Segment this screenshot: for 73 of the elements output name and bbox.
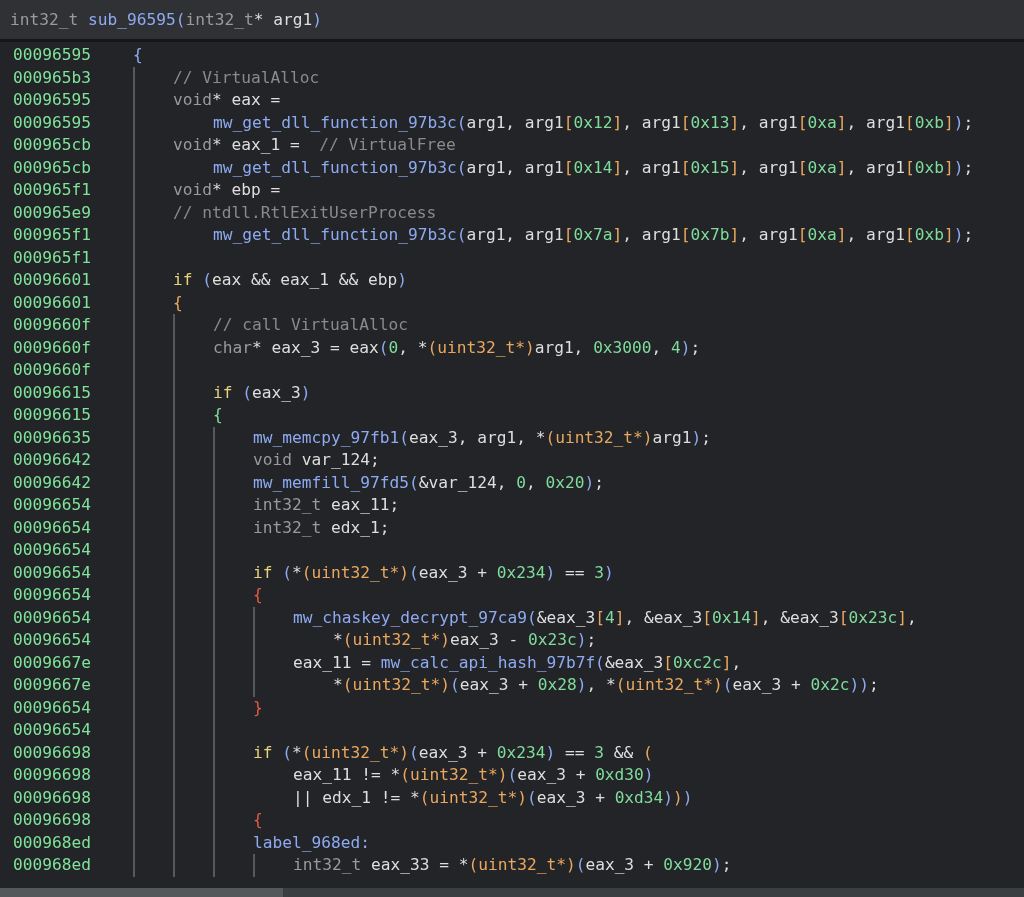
code-line: *(uint32_t*)(eax_3 + 0x28), *(uint32_t*)(eax_3 + 0x2c)); <box>333 674 879 696</box>
horizontal-scrollbar[interactable] <box>0 888 1024 897</box>
code-line: mw_chaskey_decrypt_97ca9(&eax_3[4], &eax_3[0x14], &eax_3[0x23c], <box>293 606 917 629</box>
code-line: void* eax_1 = // VirtualFree <box>173 134 456 156</box>
code-line: void* ebp = <box>173 179 281 201</box>
code-line: { <box>133 44 143 66</box>
code-line: char* eax_3 = eax(0, *(uint32_t*)arg1, 0x3000, 4); <box>213 336 701 359</box>
code-line: mw_get_dll_function_97b3c(arg1, arg1[0x7a], arg1[0x7b], arg1[0xa], arg1[0xb]); <box>213 224 974 246</box>
code-line: } <box>253 696 263 719</box>
line-address: 00096635 <box>12 426 92 449</box>
code-line: mw_memcpy_97fb1(eax_3, arg1, *(uint32_t*)arg1); <box>253 426 712 449</box>
function-signature: int32_t sub_96595(int32_t* arg1) <box>10 10 322 29</box>
code-line: if (*(uint32_t*)(eax_3 + 0x234) == 3) <box>253 561 614 584</box>
code-line: int32_t eax_11; <box>253 494 400 516</box>
code-line: if (*(uint32_t*)(eax_3 + 0x234) == 3 && ( <box>253 741 653 764</box>
code-line: { <box>253 584 263 606</box>
code-line: void var_124; <box>253 449 380 471</box>
code-line: int32_t edx_1; <box>253 516 390 539</box>
code-line: int32_t eax_33 = *(uint32_t*)(eax_3 + 0x920); <box>293 854 732 876</box>
line-address: 00096615 <box>12 404 92 426</box>
code-line: || edx_1 != *(uint32_t*)(eax_3 + 0xd34))) <box>293 786 693 809</box>
line-address: 00096601 <box>12 269 92 291</box>
code-line: void* eax = <box>173 89 281 111</box>
line-address: 000965e9 <box>12 201 92 224</box>
line-address: 00096595 <box>12 89 92 111</box>
code-line: eax_11 = mw_calc_api_hash_97b7f(&eax_3[0xc2c], <box>293 651 742 674</box>
code-line: { <box>173 291 183 314</box>
line-address: 00096654 <box>12 606 92 629</box>
code-line: mw_get_dll_function_97b3c(arg1, arg1[0x14], arg1[0x15], arg1[0xa], arg1[0xb]); <box>213 156 974 179</box>
line-address: 00096654 <box>12 696 92 719</box>
code-line: label_968ed: <box>253 831 370 854</box>
code-line: // call VirtualAlloc <box>213 314 408 336</box>
code-line: { <box>253 809 263 831</box>
code-line: mw_get_dll_function_97b3c(arg1, arg1[0x12], arg1[0x13], arg1[0xa], arg1[0xb]); <box>213 111 974 134</box>
line-address: 0009660f <box>12 314 92 336</box>
code-line: *(uint32_t*)eax_3 - 0x23c); <box>333 629 597 651</box>
line-address: 00096698 <box>12 786 92 809</box>
scrollbar-thumb[interactable] <box>0 888 283 897</box>
line-address: 000968ed <box>12 854 92 876</box>
code-line: eax_11 != *(uint32_t*)(eax_3 + 0xd30) <box>293 764 654 786</box>
line-address: 0009660f <box>12 359 92 381</box>
line-address: 00096615 <box>12 381 92 404</box>
code-line: if (eax_3) <box>213 381 311 404</box>
code-line: mw_memfill_97fd5(&var_124, 0, 0x20); <box>253 471 604 494</box>
line-address: 000965f1 <box>12 179 92 201</box>
code-line: // VirtualAlloc <box>173 66 320 89</box>
line-address: 00096654 <box>12 629 92 651</box>
line-address: 00096654 <box>12 516 92 539</box>
line-address: 00096601 <box>12 291 92 314</box>
line-address: 0009660f <box>12 336 92 359</box>
line-address: 000968ed <box>12 831 92 854</box>
code-line: { <box>213 404 223 426</box>
code-line: // ntdll.RtlExitUserProcess <box>173 201 437 224</box>
line-address: 00096698 <box>12 764 92 786</box>
line-address: 000965cb <box>12 156 92 179</box>
line-address: 00096654 <box>12 719 92 741</box>
line-address: 00096654 <box>12 494 92 516</box>
line-address: 00096654 <box>12 539 92 561</box>
line-address: 00096654 <box>12 584 92 606</box>
line-address: 0009667e <box>12 651 92 674</box>
line-address: 00096698 <box>12 741 92 764</box>
line-address: 000965f1 <box>12 224 92 246</box>
line-address: 000965cb <box>12 134 92 156</box>
line-address: 00096642 <box>12 471 92 494</box>
line-address: 00096595 <box>12 44 92 66</box>
line-address: 00096698 <box>12 809 92 831</box>
line-address: 000965b3 <box>12 66 92 89</box>
line-address: 000965f1 <box>12 246 92 269</box>
line-address: 0009667e <box>12 674 92 696</box>
line-address: 00096654 <box>12 561 92 584</box>
line-address: 00096642 <box>12 449 92 471</box>
code-line: if (eax && eax_1 && ebp) <box>173 269 407 291</box>
line-address: 00096595 <box>12 111 92 134</box>
